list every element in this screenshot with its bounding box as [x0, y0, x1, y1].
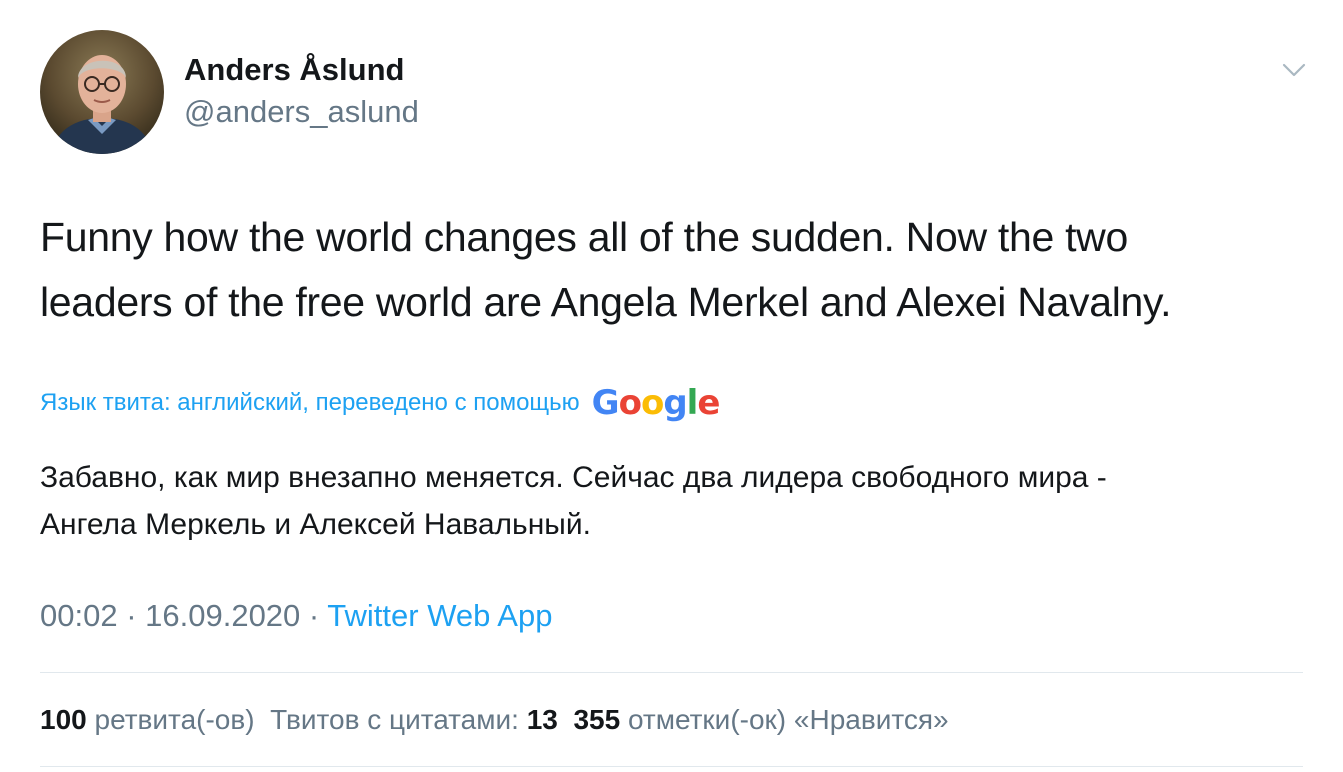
google-logo-letter: g	[663, 383, 687, 423]
retweets-stat[interactable]: 100 ретвита(-ов)	[40, 704, 255, 735]
avatar[interactable]	[40, 30, 164, 154]
google-logo-letter: e	[697, 383, 720, 423]
google-logo-letter: o	[618, 383, 642, 423]
translated-text: Забавно, как мир внезапно меняется. Сейч…	[40, 454, 1320, 548]
tweet-meta: 00:02 · 16.09.2020 · Twitter Web App	[40, 598, 552, 634]
avatar-photo	[40, 30, 164, 154]
tweet-time[interactable]: 00:02	[40, 598, 118, 633]
retweets-label: ретвита(-ов)	[94, 704, 255, 735]
google-logo: Google	[591, 383, 721, 423]
google-logo-letter: G	[591, 383, 620, 423]
quotes-stat[interactable]: Твитов с цитатами: 13	[270, 704, 558, 735]
divider	[40, 672, 1303, 673]
tweet-date[interactable]: 16.09.2020	[145, 598, 300, 633]
tweet-text-line: Funny how the world changes all of the s…	[40, 214, 1128, 260]
chevron-down-icon[interactable]	[1278, 56, 1310, 84]
meta-separator: ·	[117, 598, 146, 633]
google-logo-letter: l	[686, 383, 699, 423]
translated-text-line: Ангела Меркель и Алексей Навальный.	[40, 508, 591, 541]
author-display-name[interactable]: Anders Åslund	[184, 52, 404, 88]
translation-attribution: Язык твита: английский, переведено с пом…	[40, 380, 721, 426]
translate-label[interactable]: Язык твита: английский, переведено с пом…	[40, 389, 580, 417]
retweets-count: 100	[40, 704, 87, 735]
tweet-text-line: leaders of the free world are Angela Mer…	[40, 279, 1172, 325]
author-handle[interactable]: @anders_aslund	[184, 94, 419, 130]
likes-stat[interactable]: 355 отметки(-ок) «Нравится»	[573, 704, 948, 735]
quotes-label: Твитов с цитатами:	[270, 704, 519, 735]
tweet-text: Funny how the world changes all of the s…	[40, 205, 1320, 335]
translated-text-line: Забавно, как мир внезапно меняется. Сейч…	[40, 461, 1107, 494]
divider	[40, 766, 1303, 767]
google-logo-letter: o	[640, 383, 664, 423]
quotes-count: 13	[526, 704, 558, 735]
likes-count: 355	[573, 704, 621, 735]
tweet-stats: 100 ретвита(-ов) Твитов с цитатами: 13 3…	[40, 704, 949, 736]
likes-label: отметки(-ок) «Нравится»	[627, 704, 949, 735]
tweet-source[interactable]: Twitter Web App	[327, 598, 552, 633]
meta-separator: ·	[300, 598, 328, 633]
